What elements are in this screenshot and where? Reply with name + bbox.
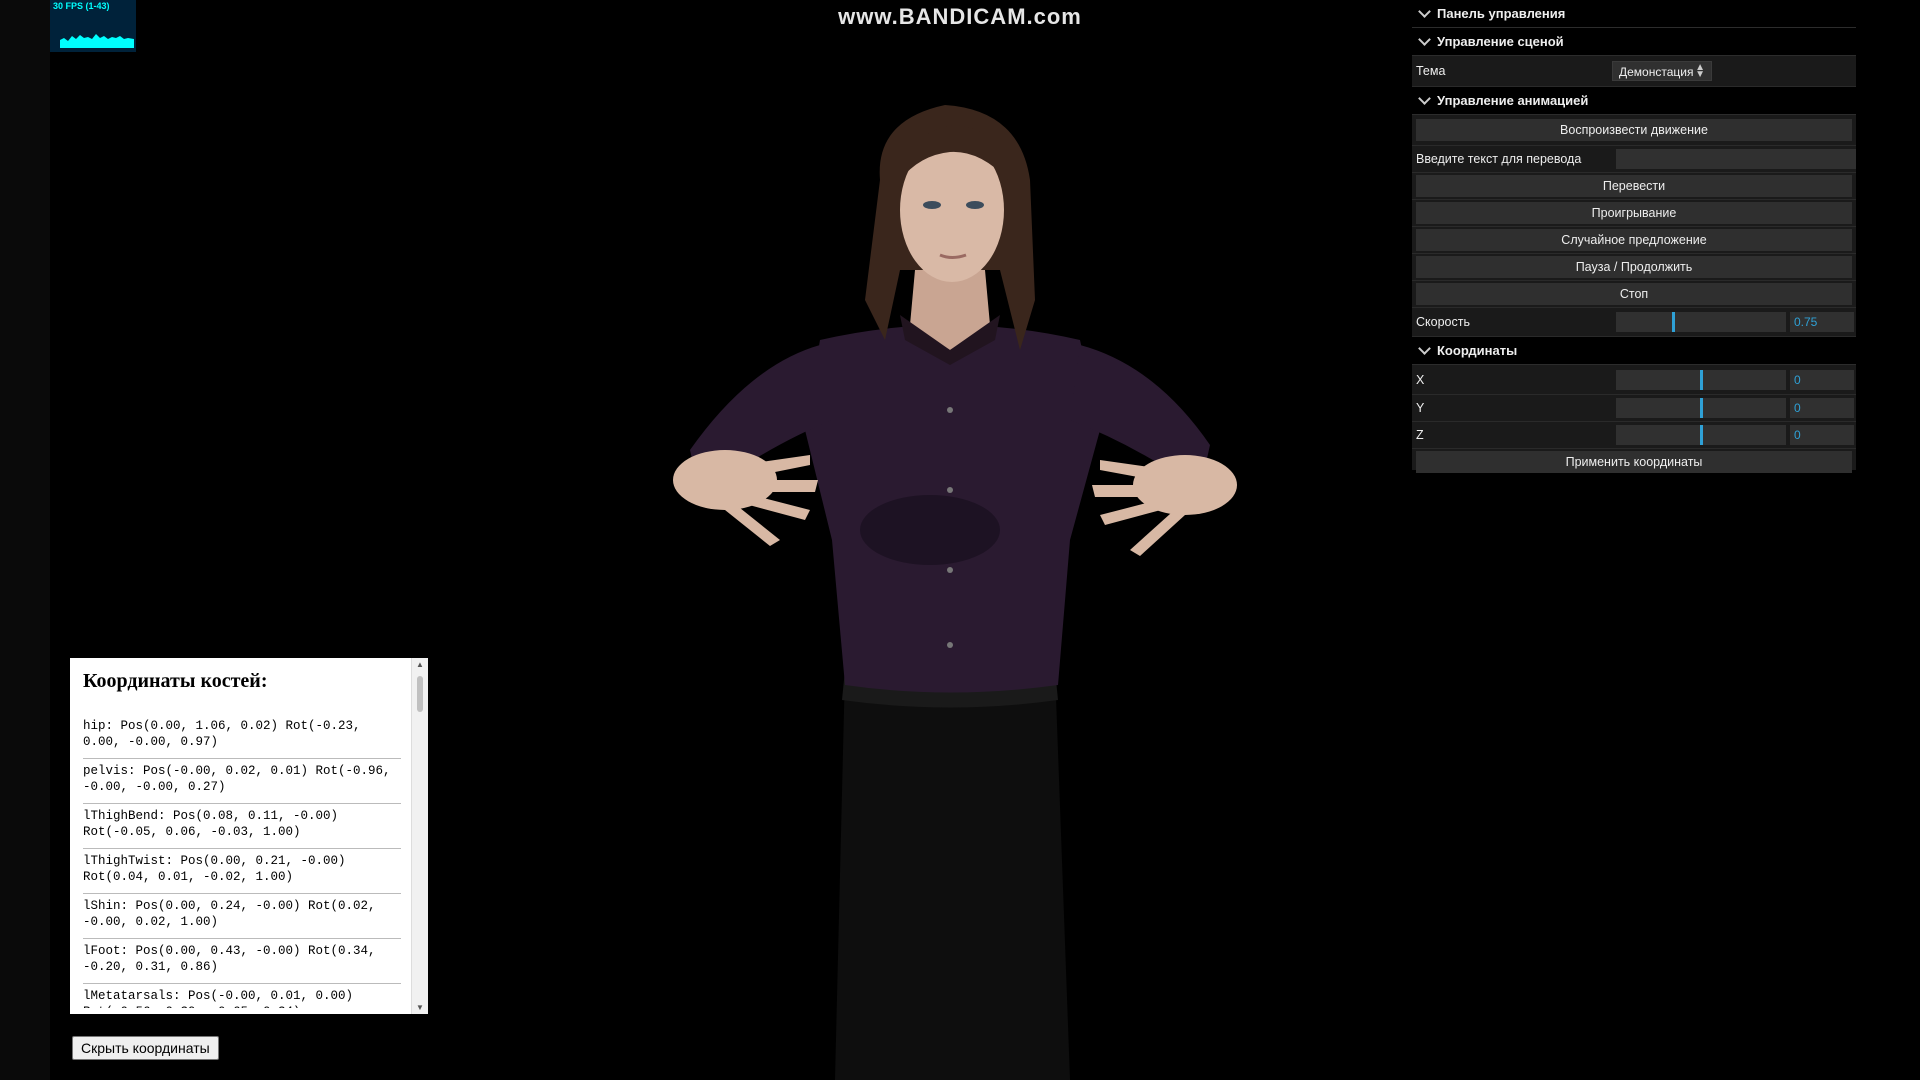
control-panel[interactable]: Панель управления Управление сценой Тема… — [1412, 0, 1856, 473]
speed-label: Скорость — [1416, 315, 1470, 329]
x-label: X — [1416, 372, 1425, 387]
theme-row: Тема Демонстация ▲ ▼ — [1412, 56, 1856, 87]
folder-control-panel[interactable]: Панель управления — [1412, 0, 1856, 28]
chevron-down-icon — [1418, 33, 1431, 46]
z-label: Z — [1416, 428, 1424, 442]
random-sentence-button[interactable]: Случайное предложение — [1416, 229, 1852, 251]
bones-scrollbar[interactable]: ▲ ▼ — [411, 658, 428, 1014]
x-row: X 0 — [1412, 365, 1856, 395]
x-value[interactable]: 0 — [1790, 369, 1854, 390]
z-slider[interactable] — [1616, 425, 1786, 445]
z-row: Z 0 — [1412, 422, 1856, 449]
pause-resume-button[interactable]: Пауза / Продолжить — [1416, 256, 1852, 278]
x-slider-handle[interactable] — [1700, 369, 1703, 390]
play-motion-button[interactable]: Воспроизвести движение — [1416, 119, 1852, 141]
apply-row: Применить координаты — [1412, 449, 1856, 475]
z-value[interactable]: 0 — [1790, 425, 1854, 445]
folder-scene[interactable]: Управление сценой — [1412, 28, 1856, 56]
folder-animation-label: Управление анимацией — [1437, 93, 1589, 108]
playback-button[interactable]: Проигрывание — [1416, 202, 1852, 224]
y-slider-handle[interactable] — [1700, 398, 1703, 418]
theme-select-value: Демонстация — [1619, 65, 1694, 79]
translate-input-label: Введите текст для перевода — [1416, 152, 1582, 166]
playback-row: Проигрывание — [1412, 200, 1856, 227]
fps-graph — [60, 34, 134, 48]
bone-item: hip: Pos(0.00, 1.06, 0.02) Rot(-0.23, 0.… — [83, 714, 401, 759]
folder-scene-label: Управление сценой — [1437, 34, 1564, 49]
speed-slider-handle[interactable] — [1672, 312, 1675, 332]
folder-coordinates-label: Координаты — [1437, 343, 1518, 358]
bones-title: Координаты костей: — [83, 670, 268, 692]
bone-item: lMetatarsals: Pos(-0.00, 0.01, 0.00) Rot… — [83, 984, 401, 1008]
speed-slider[interactable] — [1616, 312, 1786, 332]
translate-input-row: Введите текст для перевода — [1412, 146, 1856, 173]
play-motion-row: Воспроизвести движение — [1412, 115, 1856, 146]
fps-label: 30 FPS (1-43) — [53, 1, 110, 11]
hide-coordinates-button[interactable]: Скрыть координаты — [72, 1036, 219, 1060]
avatar-figure — [673, 105, 1237, 1080]
bones-list[interactable]: hip: Pos(0.00, 1.06, 0.02) Rot(-0.23, 0.… — [83, 714, 401, 1008]
chevron-down-icon — [1418, 342, 1431, 355]
translate-button[interactable]: Перевести — [1416, 175, 1852, 197]
y-row: Y 0 — [1412, 395, 1856, 422]
speed-row: Скорость 0.75 — [1412, 308, 1856, 337]
speed-value[interactable]: 0.75 — [1790, 312, 1854, 332]
x-slider[interactable] — [1616, 369, 1786, 390]
stop-button[interactable]: Стоп — [1416, 283, 1852, 305]
theme-label: Тема — [1416, 64, 1446, 78]
translate-text-input[interactable] — [1616, 149, 1856, 169]
bone-item: pelvis: Pos(-0.00, 0.02, 0.01) Rot(-0.96… — [83, 759, 401, 804]
chevron-down-icon — [1418, 5, 1431, 18]
bone-item: lThighBend: Pos(0.08, 0.11, -0.00) Rot(-… — [83, 804, 401, 849]
bone-item: lShin: Pos(0.00, 0.24, -0.00) Rot(0.02, … — [83, 894, 401, 939]
folder-coordinates[interactable]: Координаты — [1412, 337, 1856, 365]
scrollbar-thumb[interactable] — [417, 676, 423, 712]
random-row: Случайное предложение — [1412, 227, 1856, 254]
apply-coordinates-button[interactable]: Применить координаты — [1416, 451, 1852, 473]
bone-coordinates-panel[interactable]: Координаты костей: hip: Pos(0.00, 1.06, … — [70, 658, 428, 1014]
y-slider[interactable] — [1616, 398, 1786, 418]
pause-row: Пауза / Продолжить — [1412, 254, 1856, 281]
folder-animation[interactable]: Управление анимацией — [1412, 87, 1856, 115]
y-value[interactable]: 0 — [1790, 398, 1854, 418]
fps-monitor[interactable]: 30 FPS (1-43) — [50, 0, 136, 52]
translate-row: Перевести — [1412, 173, 1856, 200]
theme-select[interactable]: Демонстация ▲ ▼ — [1612, 61, 1712, 81]
scroll-down-icon[interactable]: ▼ — [412, 1003, 428, 1012]
bone-item: lThighTwist: Pos(0.00, 0.21, -0.00) Rot(… — [83, 849, 401, 894]
z-slider-handle[interactable] — [1700, 425, 1703, 445]
left-edge — [0, 0, 50, 1080]
updown-arrow-icon: ▲ ▼ — [1695, 62, 1705, 80]
bandicam-watermark: www.BANDICAM.com — [838, 4, 1082, 29]
chevron-down-icon — [1418, 92, 1431, 105]
y-label: Y — [1416, 401, 1425, 415]
stop-row: Стоп — [1412, 281, 1856, 308]
folder-control-panel-label: Панель управления — [1437, 6, 1566, 21]
bone-item: lFoot: Pos(0.00, 0.43, -0.00) Rot(0.34, … — [83, 939, 401, 984]
scroll-up-icon[interactable]: ▲ — [412, 660, 428, 669]
